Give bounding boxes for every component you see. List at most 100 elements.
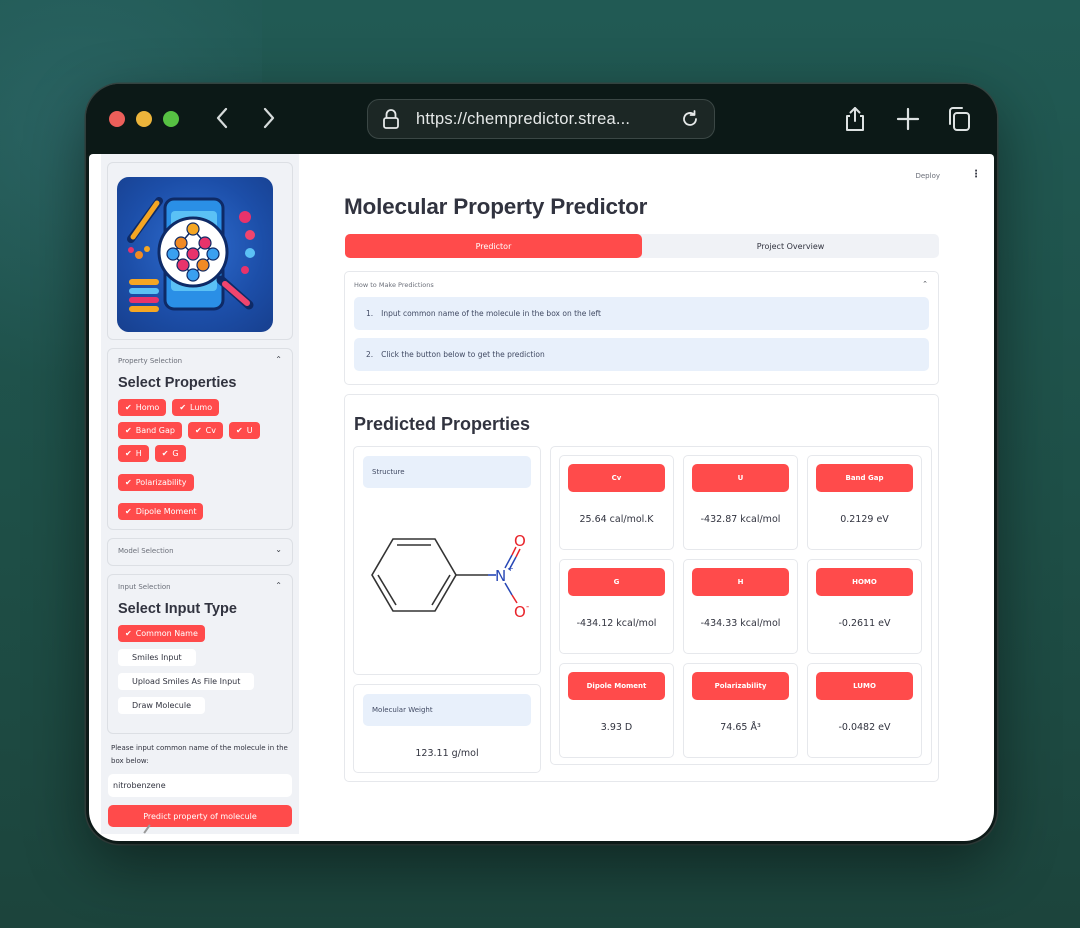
chevron-up-icon[interactable]: ⌃ bbox=[275, 581, 282, 590]
input-option-upload-file[interactable]: Upload Smiles As File Input bbox=[118, 673, 255, 690]
property-pill-lumo[interactable]: ✔ Lumo bbox=[172, 399, 220, 416]
structure-card: Structure N + O O - bbox=[353, 446, 541, 675]
sidebar: Property Selection ⌃ Select Properties ✔… bbox=[101, 154, 299, 834]
step-number: 2. bbox=[366, 350, 374, 359]
property-pill-band-gap[interactable]: ✔ Band Gap bbox=[118, 422, 182, 439]
check-icon: ✔ bbox=[125, 629, 132, 638]
property-card-homo: HOMO -0.2611 eV bbox=[807, 559, 922, 654]
logo-card bbox=[107, 162, 293, 340]
tab-bar: Predictor Project Overview bbox=[345, 234, 939, 258]
expander-label[interactable]: Input Selection bbox=[118, 583, 282, 591]
page-viewport: Property Selection ⌃ Select Properties ✔… bbox=[89, 154, 994, 841]
property-pill-g[interactable]: ✔ G bbox=[154, 445, 186, 462]
minimize-window-button[interactable] bbox=[136, 111, 152, 127]
expander-label[interactable]: Property Selection bbox=[118, 357, 282, 365]
property-pill-dipole-moment[interactable]: ✔ Dipole Moment bbox=[118, 503, 204, 520]
chevron-down-icon[interactable]: ⌄ bbox=[275, 545, 282, 554]
property-value: 74.65 Å³ bbox=[720, 722, 761, 733]
property-pills: ✔ Homo ✔ Lumo ✔ Band Gap ✔ Cv ✔ U ✔ H ✔ G ✔ Pola… bbox=[118, 399, 282, 520]
browser-toolbar: https://chempredictor.strea... bbox=[86, 84, 997, 154]
check-icon: ✔ bbox=[125, 478, 132, 487]
property-grid: Cv 25.64 cal/mol.K U -432.87 kcal/mol Ba… bbox=[559, 455, 922, 758]
chevron-right-icon[interactable] bbox=[261, 106, 277, 134]
property-name-badge: H bbox=[692, 568, 789, 596]
property-card-h: H -434.33 kcal/mol bbox=[683, 559, 798, 654]
predict-button[interactable]: Predict property of molecule bbox=[108, 805, 292, 827]
expander-label[interactable]: Model Selection bbox=[118, 547, 282, 555]
instruction-step: 1. Input common name of the molecule in … bbox=[354, 297, 929, 330]
howto-expander: How to Make Predictions ⌃ 1. Input commo… bbox=[344, 271, 939, 385]
tabs-overview-icon[interactable] bbox=[946, 106, 972, 132]
property-pill-u[interactable]: ✔ U bbox=[229, 422, 260, 439]
property-card-u: U -432.87 kcal/mol bbox=[683, 455, 798, 550]
address-bar[interactable]: https://chempredictor.strea... bbox=[367, 99, 715, 139]
molecular-weight-value: 123.11 g/mol bbox=[415, 748, 479, 759]
molecular-weight-label: Molecular Weight bbox=[363, 694, 531, 726]
property-pill-homo[interactable]: ✔ Homo bbox=[118, 399, 167, 416]
plus-icon[interactable] bbox=[895, 106, 921, 132]
expander-label[interactable]: How to Make Predictions bbox=[354, 281, 929, 289]
input-option-common-name[interactable]: ✔ Common Name bbox=[118, 625, 205, 642]
chevron-up-icon[interactable]: ⌃ bbox=[922, 280, 928, 288]
oxygen-atom-2: O bbox=[514, 603, 526, 621]
main-content: Deploy ⋮ Molecular Property Predictor Pr… bbox=[299, 154, 994, 841]
share-icon[interactable] bbox=[842, 106, 868, 132]
oxygen-atom-1: O bbox=[514, 532, 526, 550]
url-text[interactable]: https://chempredictor.strea... bbox=[416, 110, 680, 129]
structure-label: Structure bbox=[363, 456, 531, 488]
pill-label: G bbox=[172, 449, 179, 458]
check-icon: ✔ bbox=[125, 507, 132, 516]
property-card-band-gap: Band Gap 0.2129 eV bbox=[807, 455, 922, 550]
property-pill-polarizability[interactable]: ✔ Polarizability bbox=[118, 474, 194, 491]
reload-icon[interactable] bbox=[680, 109, 700, 129]
property-card-g: G -434.12 kcal/mol bbox=[559, 559, 674, 654]
pill-label: Lumo bbox=[190, 403, 213, 412]
input-option-draw-molecule[interactable]: Draw Molecule bbox=[118, 697, 205, 714]
property-name-badge: Cv bbox=[568, 464, 665, 492]
property-card-dipole-moment: Dipole Moment 3.93 D bbox=[559, 663, 674, 758]
pill-label: H bbox=[135, 449, 142, 458]
property-value: -432.87 kcal/mol bbox=[700, 514, 781, 525]
property-name-badge: Dipole Moment bbox=[568, 672, 665, 700]
check-icon: ✔ bbox=[236, 426, 243, 435]
molecular-weight-card: Molecular Weight 123.11 g/mol bbox=[353, 684, 541, 773]
more-menu-icon[interactable]: ⋮ bbox=[971, 170, 981, 180]
property-name-badge: Polarizability bbox=[692, 672, 789, 700]
chevron-left-icon[interactable] bbox=[214, 106, 230, 134]
check-icon: ✔ bbox=[125, 449, 132, 458]
property-name-badge: HOMO bbox=[816, 568, 913, 596]
app-logo bbox=[117, 177, 273, 332]
check-icon: ✔ bbox=[194, 426, 202, 435]
oxygen-charge: - bbox=[526, 602, 529, 612]
property-name-badge: G bbox=[568, 568, 665, 596]
predicted-properties-section: Predicted Properties Structure N + O O -… bbox=[344, 394, 939, 782]
property-value: 0.2129 eV bbox=[840, 514, 889, 525]
section-title: Predicted Properties bbox=[354, 414, 531, 434]
property-selection-expander: Property Selection ⌃ Select Properties ✔… bbox=[107, 348, 293, 530]
tab-project-overview[interactable]: Project Overview bbox=[642, 234, 939, 258]
property-value: -0.0482 eV bbox=[838, 722, 891, 733]
maximize-window-button[interactable] bbox=[163, 111, 179, 127]
property-grid-card: Cv 25.64 cal/mol.K U -432.87 kcal/mol Ba… bbox=[550, 446, 932, 765]
property-name-badge: Band Gap bbox=[816, 464, 913, 492]
molecule-name-input[interactable]: nitrobenzene bbox=[108, 774, 292, 797]
deploy-button[interactable]: Deploy bbox=[915, 172, 940, 180]
close-window-button[interactable] bbox=[109, 111, 125, 127]
step-text: Input common name of the molecule in the… bbox=[381, 309, 601, 318]
property-value: -434.33 kcal/mol bbox=[700, 618, 781, 629]
browser-window: https://chempredictor.strea... Property … bbox=[86, 84, 997, 844]
input-option-smiles[interactable]: Smiles Input bbox=[118, 649, 196, 666]
chevron-up-icon[interactable]: ⌃ bbox=[275, 355, 282, 364]
tab-predictor[interactable]: Predictor bbox=[345, 234, 642, 258]
model-selection-expander[interactable]: Model Selection ⌄ bbox=[107, 538, 293, 566]
check-icon: ✔ bbox=[125, 426, 132, 435]
pill-label: Band Gap bbox=[135, 426, 175, 435]
step-text: Click the button below to get the predic… bbox=[381, 350, 545, 359]
molecule-structure-image: N + O O - bbox=[371, 532, 529, 621]
lock-icon bbox=[383, 109, 399, 129]
property-pill-cv[interactable]: ✔ Cv bbox=[187, 422, 223, 439]
property-pill-h[interactable]: ✔ H bbox=[118, 445, 149, 462]
section-title: Select Properties bbox=[118, 375, 237, 391]
instruction-step: 2. Click the button below to get the pre… bbox=[354, 338, 929, 371]
property-name-badge: LUMO bbox=[816, 672, 913, 700]
